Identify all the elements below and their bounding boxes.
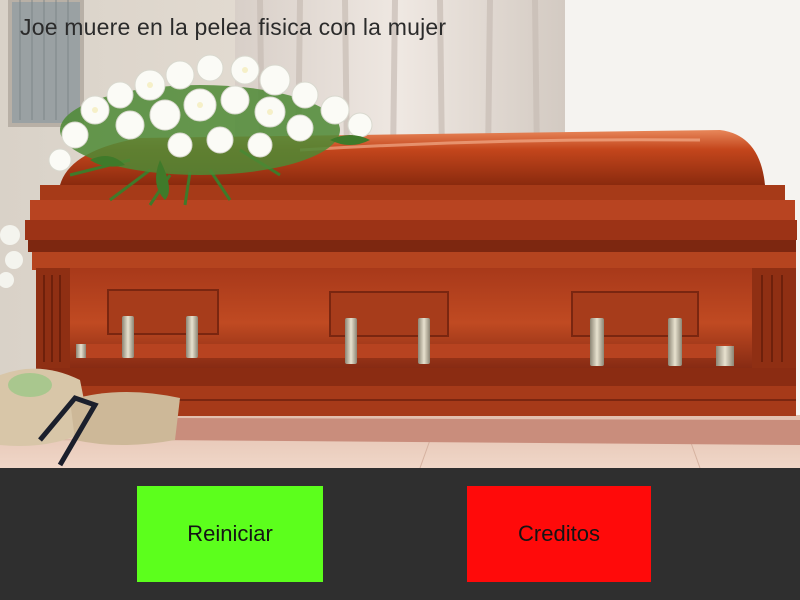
credits-button[interactable]: Creditos	[467, 486, 651, 582]
funeral-casket-illustration	[0, 0, 800, 468]
scene-caption: Joe muere en la pelea fisica con la muje…	[20, 14, 447, 40]
restart-button[interactable]: Reiniciar	[137, 486, 323, 582]
scene-image: Joe muere en la pelea fisica con la muje…	[0, 0, 800, 468]
bottom-bar: Reiniciar Creditos	[0, 468, 800, 600]
